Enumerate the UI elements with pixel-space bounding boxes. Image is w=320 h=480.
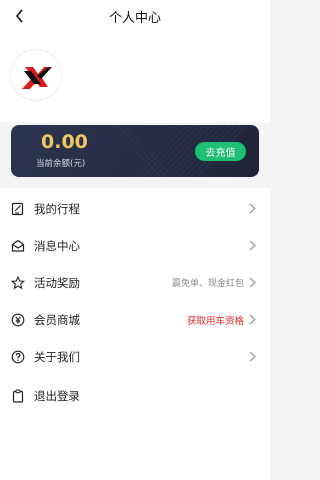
menu-item-label: 活动奖励	[34, 275, 80, 290]
menu-item-rewards[interactable]: 活动奖励 赢免单、现金红包	[0, 264, 270, 301]
question-icon	[10, 349, 26, 365]
chevron-right-icon	[247, 203, 257, 215]
chevron-left-icon	[15, 9, 23, 23]
envelope-icon	[10, 238, 26, 254]
balance-card: 0.00 当前余额(元) 去充值	[11, 125, 259, 177]
menu-item-label: 关于我们	[34, 349, 80, 364]
page-title: 个人中心	[108, 10, 161, 26]
menu-item-my-trips[interactable]: 我的行程	[0, 190, 270, 227]
clipboard-icon	[10, 388, 26, 404]
chevron-right-icon	[247, 240, 257, 252]
yen-coin-icon	[10, 312, 26, 328]
menu-item-about[interactable]: 关于我们	[0, 338, 270, 375]
balance-label: 当前余额(元)	[36, 159, 86, 169]
back-button[interactable]	[8, 4, 32, 28]
top-bar: 个人中心	[0, 0, 270, 32]
recharge-button[interactable]: 去充值	[195, 142, 246, 161]
chevron-right-icon	[247, 314, 257, 326]
menu-item-messages[interactable]: 消息中心	[0, 227, 270, 264]
menu-list: 我的行程 消息中心 活动奖励 赢免单、现金红包 会员商城 获取用车资格 关于我们…	[0, 188, 270, 480]
document-edit-icon	[10, 201, 26, 217]
menu-item-label: 会员商城	[34, 312, 80, 327]
chevron-right-icon	[247, 351, 257, 363]
menu-item-hint: 获取用车资格	[186, 315, 244, 327]
menu-item-logout[interactable]: 退出登录	[0, 377, 270, 414]
balance-amount: 0.00	[41, 131, 88, 153]
avatar[interactable]	[10, 49, 62, 101]
menu-item-hint: 赢免单、现金红包	[171, 279, 244, 289]
menu-item-label: 退出登录	[34, 388, 80, 403]
chevron-right-icon	[247, 277, 257, 289]
brand-logo-icon	[22, 67, 52, 89]
menu-item-label: 我的行程	[34, 201, 80, 216]
menu-item-label: 消息中心	[34, 238, 80, 253]
profile-section	[0, 32, 270, 122]
menu-item-member-mall[interactable]: 会员商城 获取用车资格	[0, 301, 270, 338]
star-icon	[10, 275, 26, 291]
